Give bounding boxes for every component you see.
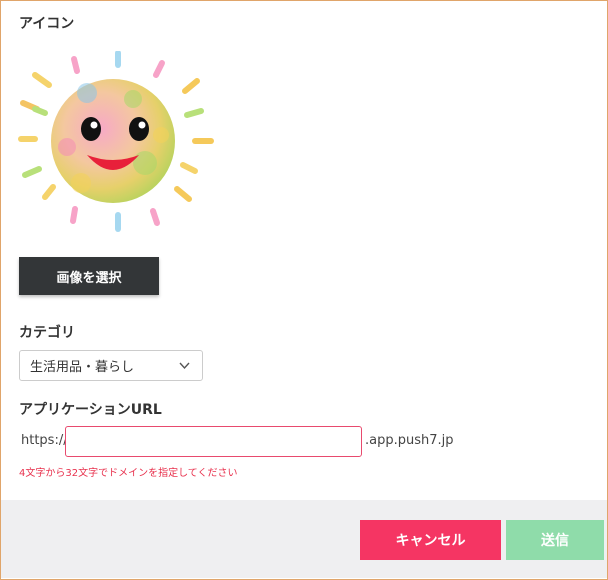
category-select[interactable]: 生活用品・暮らし — [19, 350, 203, 381]
smiling-sun-icon — [15, 50, 225, 236]
app-url-label: アプリケーションURL — [19, 402, 162, 418]
select-image-button[interactable]: 画像を選択 — [19, 257, 159, 295]
url-hint-text: 4文字から32文字でドメインを指定してください — [19, 468, 238, 479]
url-suffix: .app.push7.jp — [365, 433, 454, 448]
dialog-panel: アイコン 画像を選択 カテゴリ 生活用品・暮らし アプリケーションURL htt… — [0, 0, 608, 580]
send-button[interactable]: 送信 — [506, 520, 604, 560]
category-label: カテゴリ — [19, 325, 75, 341]
url-prefix: https:// — [21, 433, 68, 448]
category-selected-value: 生活用品・暮らし — [30, 360, 135, 375]
icon-section-label: アイコン — [19, 16, 75, 32]
cancel-button[interactable]: キャンセル — [360, 520, 501, 560]
chevron-down-icon — [179, 362, 190, 370]
app-url-input[interactable] — [65, 426, 362, 457]
